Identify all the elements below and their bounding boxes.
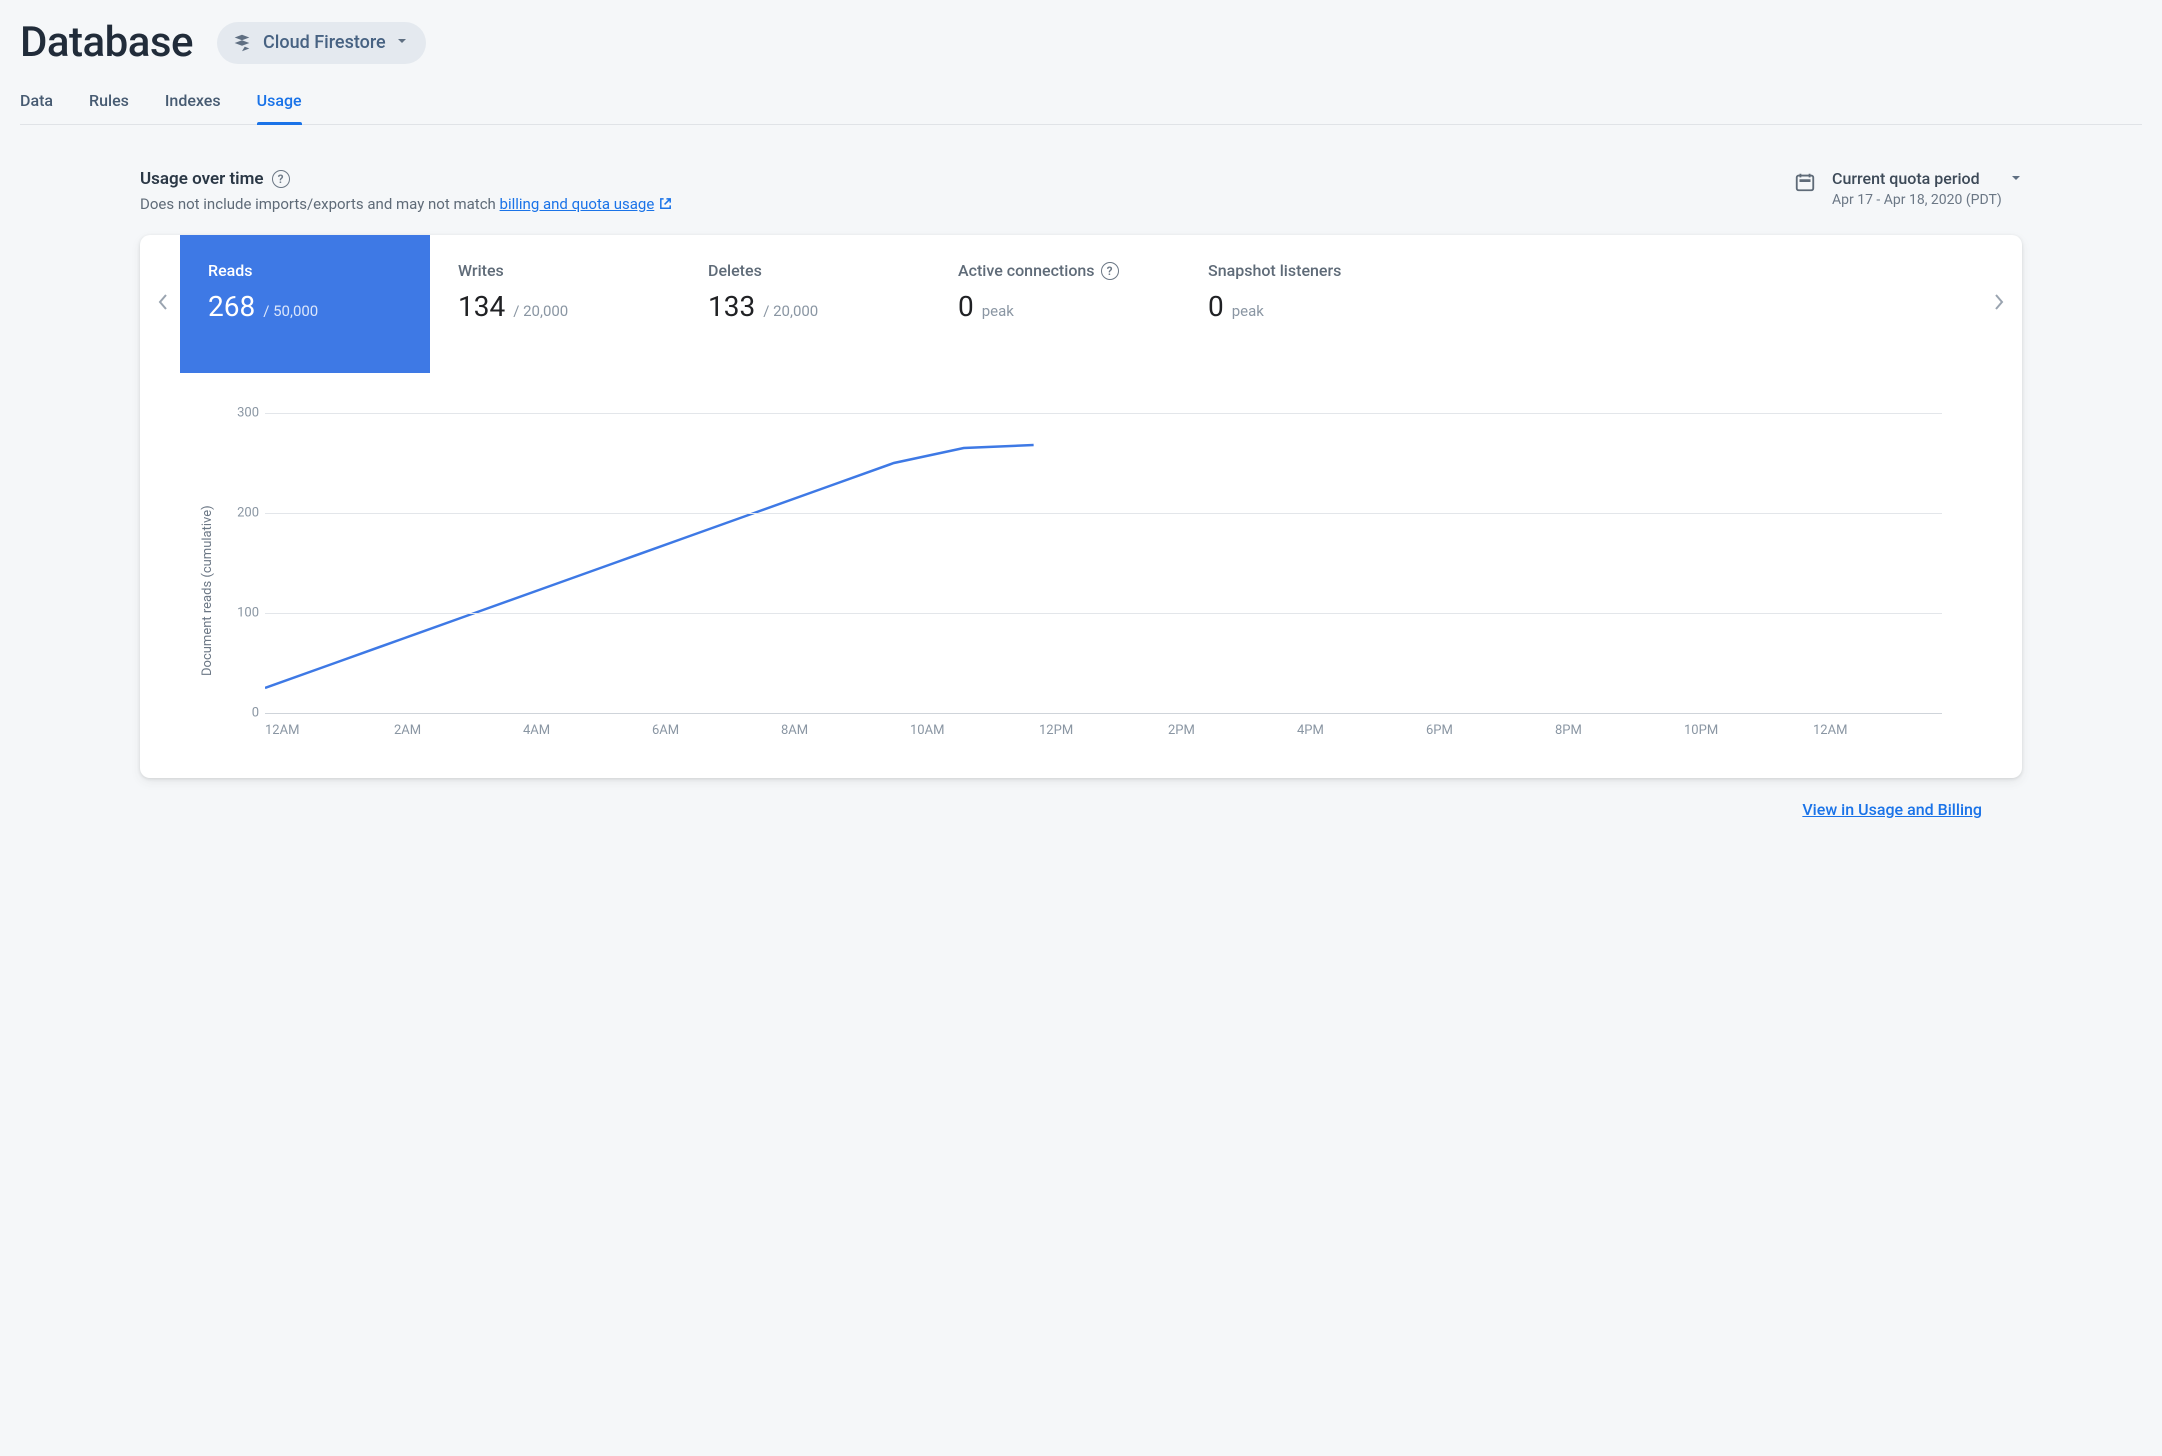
- section-subtitle: Does not include imports/exports and may…: [140, 195, 673, 215]
- metric-label: Active connections?: [958, 261, 1152, 280]
- period-label: Current quota period: [1832, 169, 1980, 188]
- caret-down-icon: [396, 35, 408, 51]
- xtick-label: 2AM: [394, 723, 523, 738]
- tab-rules[interactable]: Rules: [89, 81, 129, 124]
- xtick-label: 12PM: [1039, 723, 1168, 738]
- xtick-label: 8AM: [781, 723, 910, 738]
- metric-value: 134: [458, 290, 505, 323]
- metric-suffix: peak: [1232, 302, 1264, 320]
- gridline: [265, 413, 1942, 414]
- xtick-label: 4AM: [523, 723, 652, 738]
- metric-label: Snapshot listeners: [1208, 261, 1402, 280]
- calendar-icon: [1794, 171, 1816, 197]
- tab-indexes[interactable]: Indexes: [165, 81, 221, 124]
- metric-value: 0: [958, 290, 974, 323]
- tabs: Data Rules Indexes Usage: [20, 81, 2142, 125]
- tab-usage[interactable]: Usage: [257, 81, 302, 124]
- help-icon[interactable]: ?: [272, 170, 290, 188]
- xtick-label: 12AM: [1813, 723, 1942, 738]
- page-title: Database: [20, 18, 193, 67]
- xtick-label: 6AM: [652, 723, 781, 738]
- xtick-label: 2PM: [1168, 723, 1297, 738]
- gridline: [265, 513, 1942, 514]
- metric-writes[interactable]: Writes 134 / 20,000: [430, 235, 680, 373]
- xtick-label: 10PM: [1684, 723, 1813, 738]
- metric-suffix: peak: [982, 302, 1014, 320]
- metric-reads[interactable]: Reads 268 / 50,000: [180, 235, 430, 373]
- gridline: [265, 613, 1942, 614]
- metric-suffix: / 50,000: [263, 302, 318, 320]
- caret-down-icon: [2010, 169, 2022, 188]
- metric-value: 0: [1208, 290, 1224, 323]
- gridline: [265, 713, 1942, 714]
- section-title: Usage over time: [140, 169, 264, 189]
- metric-snapshot-listeners[interactable]: Snapshot listeners 0 peak: [1180, 235, 1430, 373]
- metric-suffix: / 20,000: [763, 302, 818, 320]
- xtick-label: 12AM: [265, 723, 394, 738]
- metric-suffix: / 20,000: [513, 302, 568, 320]
- metrics-prev-button[interactable]: [146, 283, 180, 325]
- metric-deletes[interactable]: Deletes 133 / 20,000: [680, 235, 930, 373]
- xtick-label: 10AM: [910, 723, 1039, 738]
- xtick-label: 4PM: [1297, 723, 1426, 738]
- help-icon[interactable]: ?: [1101, 262, 1119, 280]
- view-usage-billing-link[interactable]: View in Usage and Billing: [1802, 800, 1982, 819]
- metric-label: Deletes: [708, 261, 902, 280]
- chart-ylabel: Document reads (cumulative): [200, 413, 215, 738]
- ytick-label: 200: [223, 506, 259, 521]
- period-selector[interactable]: Current quota period: [1832, 169, 2022, 188]
- database-selector[interactable]: Cloud Firestore: [217, 22, 426, 64]
- tab-data[interactable]: Data: [20, 81, 53, 124]
- usage-card: Reads268/ 50,000Writes134/ 20,000Deletes…: [140, 235, 2022, 778]
- metric-value: 268: [208, 290, 255, 323]
- chart-line: [265, 445, 1034, 688]
- metric-label: Reads: [208, 261, 402, 280]
- metrics-next-button[interactable]: [1982, 283, 2016, 325]
- ytick-label: 0: [223, 706, 259, 721]
- firestore-icon: [231, 32, 253, 54]
- period-range: Apr 17 - Apr 18, 2020 (PDT): [1832, 192, 2022, 208]
- xtick-label: 8PM: [1555, 723, 1684, 738]
- metric-active-connections[interactable]: Active connections? 0 peak: [930, 235, 1180, 373]
- external-link-icon: [658, 196, 673, 215]
- ytick-label: 100: [223, 606, 259, 621]
- xtick-label: 6PM: [1426, 723, 1555, 738]
- metric-label: Writes: [458, 261, 652, 280]
- billing-quota-link[interactable]: billing and quota usage: [500, 195, 655, 213]
- ytick-label: 300: [223, 406, 259, 421]
- database-selector-label: Cloud Firestore: [263, 32, 386, 53]
- metric-value: 133: [708, 290, 755, 323]
